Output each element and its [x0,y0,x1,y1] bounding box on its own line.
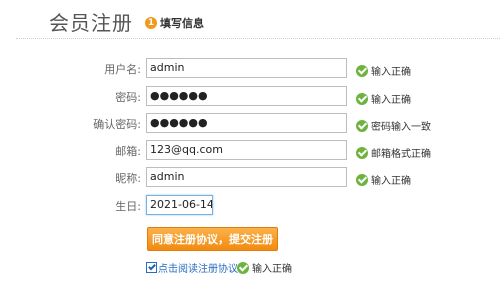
submit-button[interactable]: 同意注册协议，提交注册 [147,227,278,251]
confirm-password-field[interactable]: ●●●●●● [146,113,347,133]
confirm-password-row: 确认密码: ●●●●●● 密码输入一致 [0,113,500,135]
agreement-checkbox-row: 点击阅读注册协议 [146,257,238,275]
birthday-label: 生日: [115,200,141,213]
nickname-field[interactable]: admin [146,167,347,187]
email-hint-text: 邮箱格式正确 [371,149,431,160]
confirm-password-hint: 密码输入一致 [356,115,431,133]
email-label: 邮箱: [115,145,141,158]
nickname-hint: 输入正确 [356,169,411,187]
email-hint: 邮箱格式正确 [356,142,431,160]
agreement-link[interactable]: 点击阅读注册协议 [158,264,238,275]
email-field[interactable]: 123@qq.com [146,140,347,160]
check-circle-icon [356,92,368,105]
agreement-hint-text: 输入正确 [252,264,292,275]
password-hint-text: 输入正确 [371,95,411,106]
confirm-password-hint-text: 密码输入一致 [371,122,431,133]
step-number-badge: 1 [145,17,157,29]
username-field[interactable]: admin [146,58,347,78]
step-label: 填写信息 [160,17,204,30]
password-label: 密码: [115,91,141,104]
check-circle-icon [237,261,249,274]
check-circle-icon [356,119,368,132]
header-divider [16,38,500,39]
password-hint: 输入正确 [356,88,411,106]
nickname-row: 昵称: admin 输入正确 [0,167,500,189]
nickname-label: 昵称: [115,172,141,185]
page-header: 会员注册 1 填写信息 [0,0,500,40]
check-circle-icon [356,146,368,159]
password-row: 密码: ●●●●●● 输入正确 [0,86,500,108]
nickname-hint-text: 输入正确 [371,176,411,187]
agreement-hint: 输入正确 [237,257,292,275]
confirm-password-label: 确认密码: [93,118,141,131]
username-hint-text: 输入正确 [371,67,411,78]
email-row: 邮箱: 123@qq.com 邮箱格式正确 [0,140,500,162]
birthday-field[interactable]: 2021-06-14 [146,195,213,215]
username-label: 用户名: [104,63,141,76]
username-row: 用户名: admin 输入正确 [0,58,500,80]
agreement-checkbox[interactable] [146,262,157,273]
check-circle-icon [356,64,368,77]
password-field[interactable]: ●●●●●● [146,86,347,106]
check-circle-icon [356,173,368,186]
birthday-row: 生日: 2021-06-14 [0,195,500,217]
page-title: 会员注册 [49,11,133,35]
username-hint: 输入正确 [356,60,411,78]
